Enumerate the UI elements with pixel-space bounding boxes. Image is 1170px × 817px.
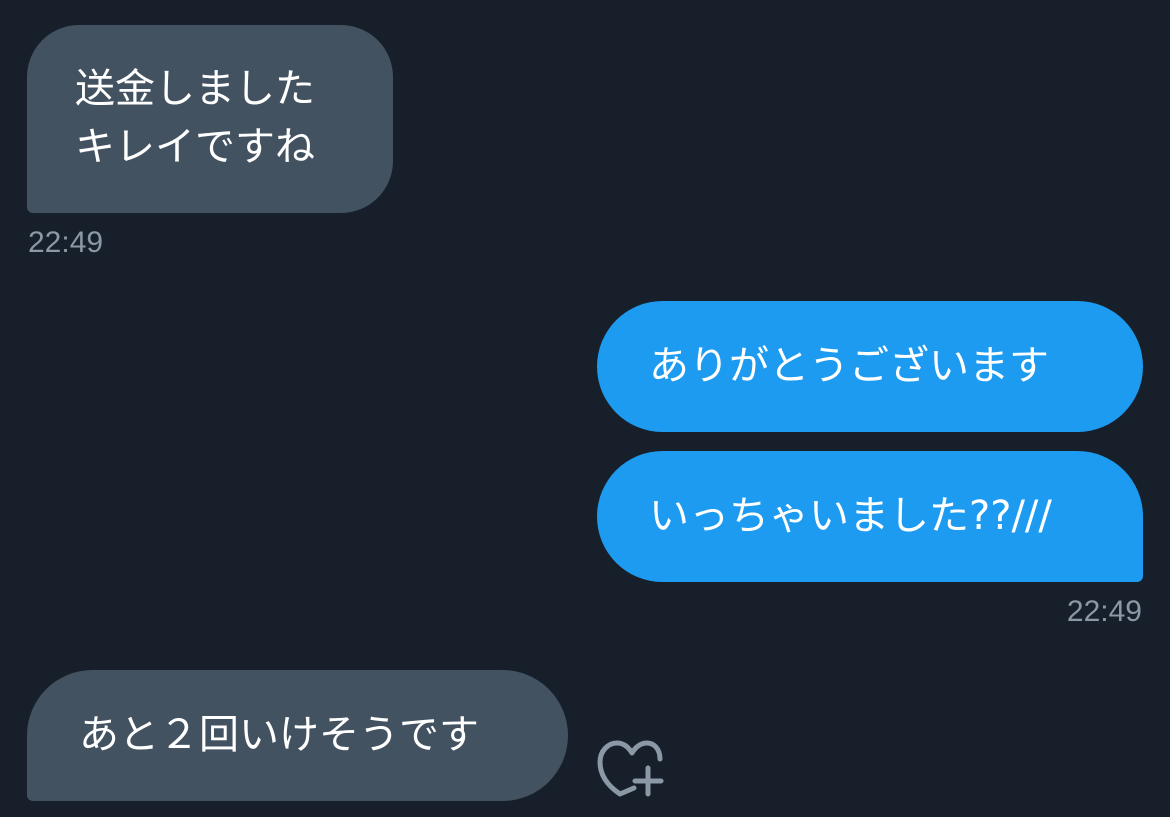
received-message-bubble[interactable]: あと２回いけそうです [27,670,568,801]
message-thread: 送金しました キレイですね 22:49 ありがとうございます いっちゃいました?… [0,0,1170,817]
message-timestamp: 22:49 [28,226,104,259]
heart-plus-icon [597,740,664,797]
sent-message-bubble[interactable]: ありがとうございます [597,301,1143,432]
message-timestamp: 22:49 [1066,595,1142,628]
received-message-bubble[interactable]: 送金しました キレイですね [27,25,393,213]
add-reaction-button[interactable] [596,738,664,798]
sent-message-bubble[interactable]: いっちゃいました??/// [597,451,1143,582]
